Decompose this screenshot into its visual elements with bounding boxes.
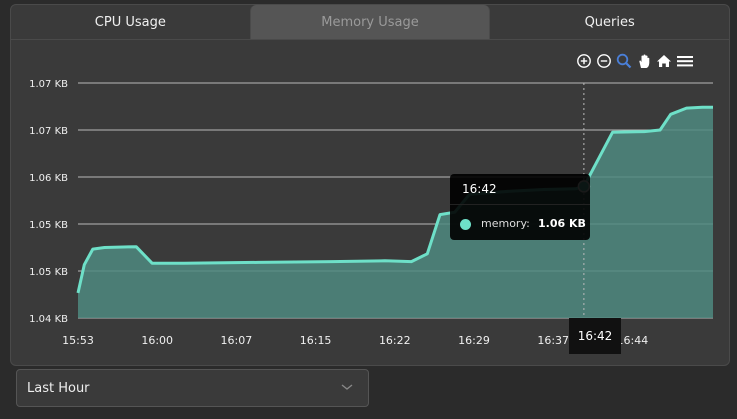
pan-icon[interactable] [636,53,652,69]
x-tick-label: 16:00 [141,334,173,347]
y-tick-label: 1.06 KB [29,173,68,184]
x-tick-label: 16:29 [458,334,490,347]
x-tick-label: 16:15 [300,334,332,347]
x-tick-label: 16:37 [537,334,569,347]
y-tick-label: 1.04 KB [29,314,68,325]
tooltip-divider [450,204,590,205]
zoom-in-icon[interactable] [576,53,592,69]
time-range-select[interactable]: Last Hour [16,369,369,407]
chart-tooltip: 16:42 memory: 1.06 KB [450,174,590,240]
y-tick-label: 1.05 KB [29,220,68,231]
time-range-value: Last Hour [27,380,90,396]
zoom-out-icon[interactable] [596,53,612,69]
x-tick-label: 15:53 [62,334,94,347]
tooltip-series-label: memory: [481,217,530,230]
y-tick-label: 1.05 KB [29,267,68,278]
series-marker-icon [460,219,471,230]
x-tick-label: 16:07 [221,334,253,347]
tooltip-value: 1.06 KB [538,217,586,230]
x-tick-label: 16:44 [617,334,649,347]
tooltip-title: 16:42 [462,182,497,196]
selection-zoom-icon[interactable] [616,53,632,69]
menu-icon[interactable] [676,53,694,69]
chart-toolbar [576,52,694,70]
chevron-down-icon [341,384,353,390]
x-tick-label: 16:22 [379,334,411,347]
home-icon[interactable] [656,53,672,69]
y-tick-label: 1.07 KB [29,79,68,90]
crosshair-x-label: 16:42 [569,318,621,354]
series-area-memory [78,107,713,318]
y-tick-label: 1.07 KB [29,126,68,137]
